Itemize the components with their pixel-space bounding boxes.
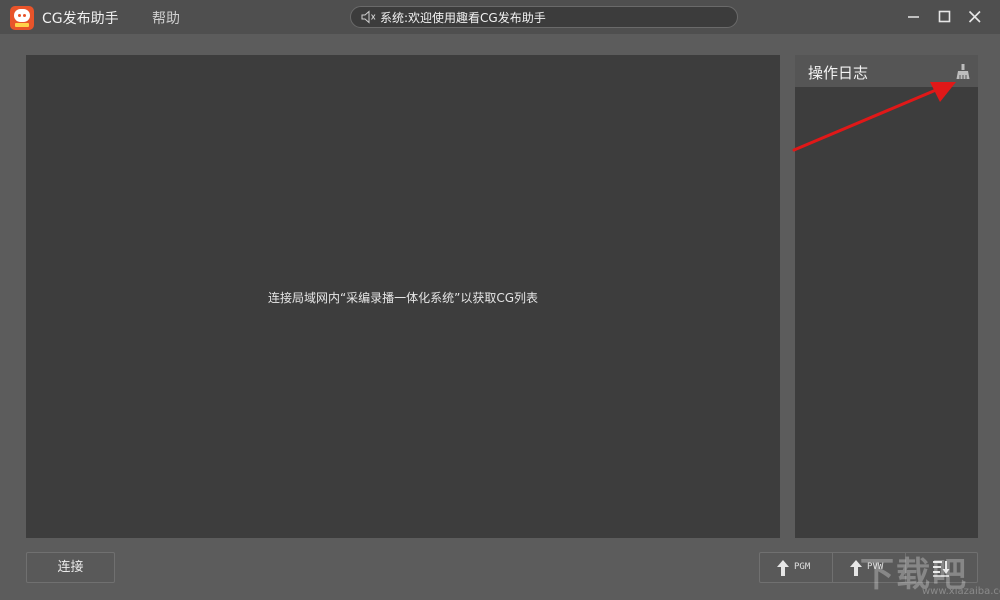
minimize-icon	[908, 16, 919, 18]
cg-list-panel: 连接局域网内“采编录播一体化系统”以获取CG列表	[26, 55, 780, 538]
minimize-button[interactable]	[906, 9, 922, 25]
watermark: 下载吧 www.xiazaiba.com	[860, 545, 1000, 600]
watermark-url: www.xiazaiba.com	[922, 586, 1000, 597]
operation-log-title: 操作日志	[808, 64, 869, 82]
operation-log-panel: 操作日志	[795, 55, 978, 538]
push-pgm-button[interactable]: PGM	[760, 553, 833, 582]
operation-log-header: 操作日志	[795, 55, 978, 87]
connect-button[interactable]: 连接	[26, 552, 115, 583]
cg-list-empty-hint: 连接局域网内“采编录播一体化系统”以获取CG列表	[267, 291, 539, 305]
title-bar: CG发布助手 帮助 系统:欢迎使用趣看CG发布助手	[0, 0, 1000, 34]
app-logo-icon	[10, 6, 34, 30]
operation-log-list	[795, 87, 978, 538]
system-notice-bar: 系统:欢迎使用趣看CG发布助手	[350, 6, 738, 28]
app-window: CG发布助手 帮助 系统:欢迎使用趣看CG发布助手 连接局域网内“采编录播一体化…	[0, 0, 1000, 600]
system-notice-text: 系统:欢迎使用趣看CG发布助手	[380, 11, 546, 25]
menu-help[interactable]: 帮助	[152, 8, 180, 28]
pgm-label: PGM	[794, 562, 811, 572]
maximize-button[interactable]	[937, 9, 953, 25]
broom-icon	[956, 64, 970, 79]
speaker-icon	[361, 10, 376, 24]
close-button[interactable]	[967, 9, 983, 25]
app-title: CG发布助手	[42, 11, 119, 27]
maximize-icon	[938, 10, 951, 23]
arrow-up-icon	[777, 560, 789, 576]
clear-log-button[interactable]	[954, 63, 972, 81]
close-icon	[968, 10, 981, 23]
